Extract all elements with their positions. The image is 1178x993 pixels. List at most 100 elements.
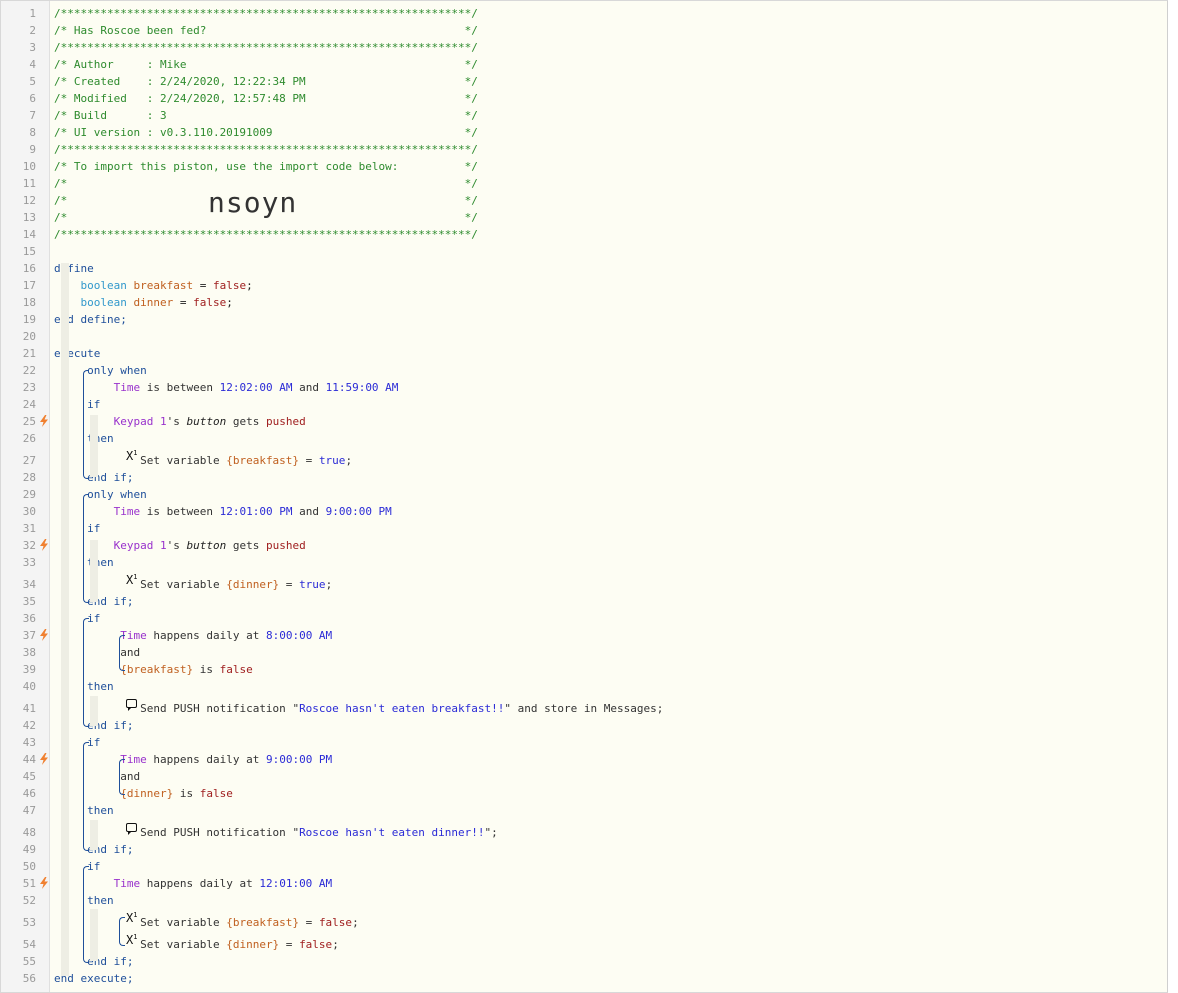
- value-false: false: [193, 296, 227, 309]
- text: is: [193, 663, 220, 676]
- keyword-then: then: [87, 680, 114, 693]
- code-text[interactable]: Time is between 12:02:00 AM and 11:59:00…: [54, 379, 399, 396]
- lightning-bolt-icon[interactable]: [39, 415, 49, 427]
- line-number: 43: [22, 736, 36, 749]
- code-line: 34 Set variable {dinner} = true;: [1, 571, 1167, 593]
- text: happens daily at: [146, 753, 266, 766]
- keyword-and: and: [120, 770, 141, 783]
- statement-group-bracket-bottom: [119, 940, 125, 946]
- condition-group-bracket-bottom: [119, 789, 125, 795]
- text: Set variable: [133, 578, 227, 591]
- code-line: 38 and: [1, 644, 1167, 661]
- code-text[interactable]: /* Has Roscoe been fed? */: [54, 22, 478, 39]
- operator: =: [299, 454, 319, 467]
- code-line: 46 {dinner} is false: [1, 785, 1167, 802]
- line-number: 38: [22, 646, 36, 659]
- if-block-bracket-bottom: [83, 473, 89, 479]
- lightning-bolt-icon[interactable]: [39, 539, 49, 551]
- text: is between: [140, 505, 220, 518]
- variable-ref: {dinner}: [120, 787, 174, 800]
- code-text[interactable]: /* To import this piston, use the import…: [54, 158, 478, 175]
- device-keypad: Keypad 1: [113, 539, 167, 552]
- code-text[interactable]: define: [54, 260, 94, 277]
- code-text[interactable]: /* Author : Mike */: [54, 56, 478, 73]
- type-boolean: boolean: [80, 296, 127, 309]
- line-number: 13: [22, 211, 36, 224]
- code-text[interactable]: /***************************************…: [54, 226, 478, 243]
- text: and: [292, 505, 326, 518]
- code-text[interactable]: Time is between 12:01:00 PM and 9:00:00 …: [54, 503, 392, 520]
- code-text[interactable]: Time happens daily at 9:00:00 PM: [54, 751, 332, 768]
- comment-line: /***************************************…: [54, 143, 478, 156]
- text: 's: [166, 415, 187, 428]
- time-value: 8:00:00 AM: [265, 629, 333, 642]
- code-line: 6 /* Modified : 2/24/2020, 12:57:48 PM */: [1, 90, 1167, 107]
- execute-indent-shade: [61, 263, 69, 976]
- code-text[interactable]: boolean breakfast = false;: [54, 277, 253, 294]
- code-line: 18 boolean dinner = false;: [1, 294, 1167, 311]
- code-line: 50 if: [1, 858, 1167, 875]
- line-number: 56: [22, 972, 36, 985]
- code-text[interactable]: Send PUSH notification "Roscoe hasn't ea…: [54, 700, 663, 717]
- if-block-bracket: [83, 870, 84, 958]
- value-false: false: [219, 663, 253, 676]
- lightning-bolt-icon[interactable]: [39, 753, 49, 765]
- line-number: 26: [22, 432, 36, 445]
- then-block-shade-2: [90, 540, 98, 602]
- if-block-bracket: [83, 374, 84, 474]
- line-number: 39: [22, 663, 36, 676]
- code-line: 10 /* To import this piston, use the impo…: [1, 158, 1167, 175]
- lightning-bolt-icon[interactable]: [39, 629, 49, 641]
- line-number: 10: [22, 160, 36, 173]
- variable-ref: {dinner}: [226, 578, 280, 591]
- code-line: 55 end if;: [1, 953, 1167, 970]
- code-line: 11/* */: [1, 175, 1167, 192]
- code-text[interactable]: Send PUSH notification "Roscoe hasn't ea…: [54, 824, 498, 841]
- keyword-then: then: [87, 894, 114, 907]
- comment-line: /* Author : Mike */: [54, 58, 478, 71]
- attribute-button: button: [186, 539, 227, 552]
- code-text[interactable]: boolean dinner = false;: [54, 294, 233, 311]
- line-number: 47: [22, 804, 36, 817]
- code-line: 5 /* Created : 2/24/2020, 12:22:34 PM */: [1, 73, 1167, 90]
- import-code: nsoyn: [208, 186, 298, 219]
- if-block-bracket: [83, 622, 84, 722]
- code-text[interactable]: {dinner} is false: [54, 785, 233, 802]
- code-text[interactable]: Set variable {breakfast} = false;: [54, 914, 359, 931]
- keyword-if: if: [87, 522, 101, 535]
- code-text[interactable]: /* Modified : 2/24/2020, 12:57:48 PM */: [54, 90, 478, 107]
- keyword-if: if: [87, 860, 101, 873]
- code-line: 44 Time happens daily at 9:00:00 PM: [1, 751, 1167, 768]
- condition-group-bracket: [119, 763, 120, 790]
- device-time: Time: [113, 381, 141, 394]
- line-number: 21: [22, 347, 36, 360]
- code-text[interactable]: /***************************************…: [54, 39, 478, 56]
- variable-ref: {dinner}: [226, 938, 280, 951]
- code-line: 25 Keypad 1's button gets pushed: [1, 413, 1167, 430]
- code-line: 29 only when: [1, 486, 1167, 503]
- code-text[interactable]: /* Created : 2/24/2020, 12:22:34 PM */: [54, 73, 478, 90]
- line-number: 44: [22, 753, 36, 766]
- code-text[interactable]: Time happens daily at 8:00:00 AM: [54, 627, 332, 644]
- lightning-bolt-icon[interactable]: [39, 877, 49, 889]
- text: Send PUSH notification: [133, 702, 293, 715]
- code-text[interactable]: Time happens daily at 12:01:00 AM: [54, 875, 333, 892]
- code-text[interactable]: /***************************************…: [54, 141, 478, 158]
- code-text[interactable]: Set variable {breakfast} = true;: [54, 452, 352, 469]
- code-text[interactable]: /* Build : 3 */: [54, 107, 478, 124]
- code-text[interactable]: /* UI version : v0.3.110.20191009 */: [54, 124, 478, 141]
- code-text[interactable]: /***************************************…: [54, 5, 478, 22]
- value-true: true: [299, 578, 326, 591]
- if-block-bracket-bottom: [83, 957, 89, 963]
- keyword-if: if: [87, 398, 101, 411]
- line-number: 17: [22, 279, 36, 292]
- code-line: 3 /**************************************…: [1, 39, 1167, 56]
- operator: =: [279, 938, 300, 951]
- statement-group-bracket: [119, 921, 120, 941]
- line-number: 40: [22, 680, 36, 693]
- text: Send PUSH notification: [133, 826, 293, 839]
- line-number: 4: [29, 58, 36, 71]
- comment-line: /* To import this piston, use the import…: [54, 160, 478, 173]
- comment-line: /***************************************…: [54, 228, 478, 241]
- line-number: 11: [22, 177, 36, 190]
